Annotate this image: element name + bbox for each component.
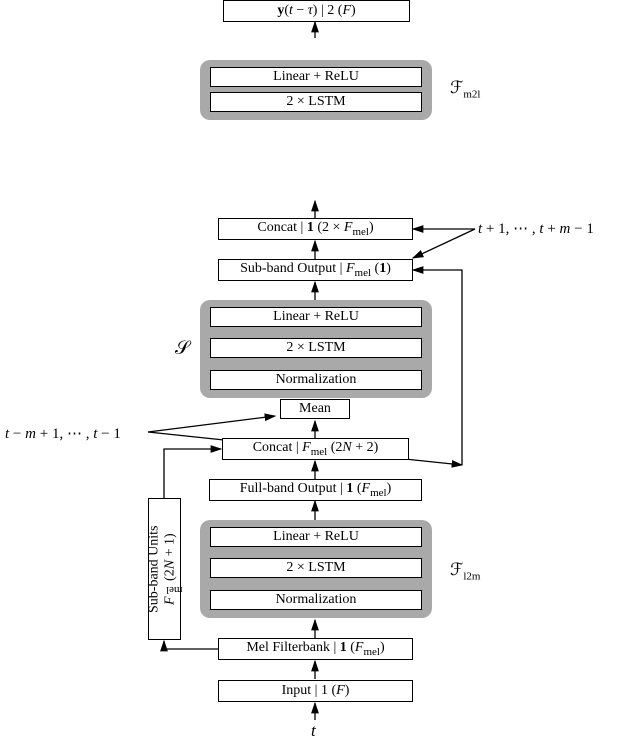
s-linear-label: Linear + ReLU [273,309,359,325]
s-norm-label: Normalization [276,372,357,388]
subband-output: Sub-band Output | Fmel (1) [218,259,413,281]
input-box: Input | 1 (F) [218,680,413,702]
f-l2m-linear-label: Linear + ReLU [273,529,359,545]
f-l2m-norm: Normalization [210,590,422,610]
mean-label: Mean [299,401,331,417]
t-label: t [311,721,316,741]
f-m2l-symbol: ℱm2l [450,78,481,100]
f-m2l-lstm-label: 2 × LSTM [286,94,345,110]
mean-box: Mean [280,399,350,419]
concat-upper-label: Concat | 1 (2 × Fmel) [257,220,373,238]
f-l2m-symbol: ℱl2m [450,560,481,582]
fullband-output-label: Full-band Output | 1 (Fmel) [240,481,392,499]
f-m2l-lstm: 2 × LSTM [210,92,422,112]
output-box: y(t − τ) | 2 (F) [223,0,410,22]
subband-output-label: Sub-band Output | Fmel (1) [240,261,391,279]
f-l2m-norm-label: Normalization [276,592,357,608]
right-time-label: t + 1, ⋯ , t + m − 1 [478,219,594,238]
f-m2l-linear: Linear + ReLU [210,67,422,87]
concat-lower-label: Concat | Fmel (2N + 2) [253,440,379,458]
input-label: Input | 1 (F) [282,683,350,699]
f-l2m-lstm-label: 2 × LSTM [286,560,345,576]
f-m2l-linear-label: Linear + ReLU [273,69,359,85]
output-label: y(t − τ) | 2 (F) [277,3,355,19]
subband-units-label: Sub-band UnitsFmel (2N + 1) [146,525,182,613]
s-norm: Normalization [210,370,422,390]
s-linear: Linear + ReLU [210,307,422,327]
subband-units: Sub-band UnitsFmel (2N + 1) [148,498,181,640]
f-l2m-lstm: 2 × LSTM [210,558,422,578]
f-l2m-linear: Linear + ReLU [210,527,422,547]
s-symbol: 𝒮 [175,338,190,360]
mel-filterbank-label: Mel Filterbank | 1 (Fmel) [246,640,384,658]
fullband-output: Full-band Output | 1 (Fmel) [209,479,422,501]
s-lstm: 2 × LSTM [210,338,422,358]
concat-lower: Concat | Fmel (2N + 2) [222,438,409,460]
left-time-label: t − m + 1, ⋯ , t − 1 [5,424,121,443]
concat-upper: Concat | 1 (2 × Fmel) [218,218,413,240]
s-lstm-label: 2 × LSTM [286,340,345,356]
mel-filterbank: Mel Filterbank | 1 (Fmel) [218,638,413,660]
